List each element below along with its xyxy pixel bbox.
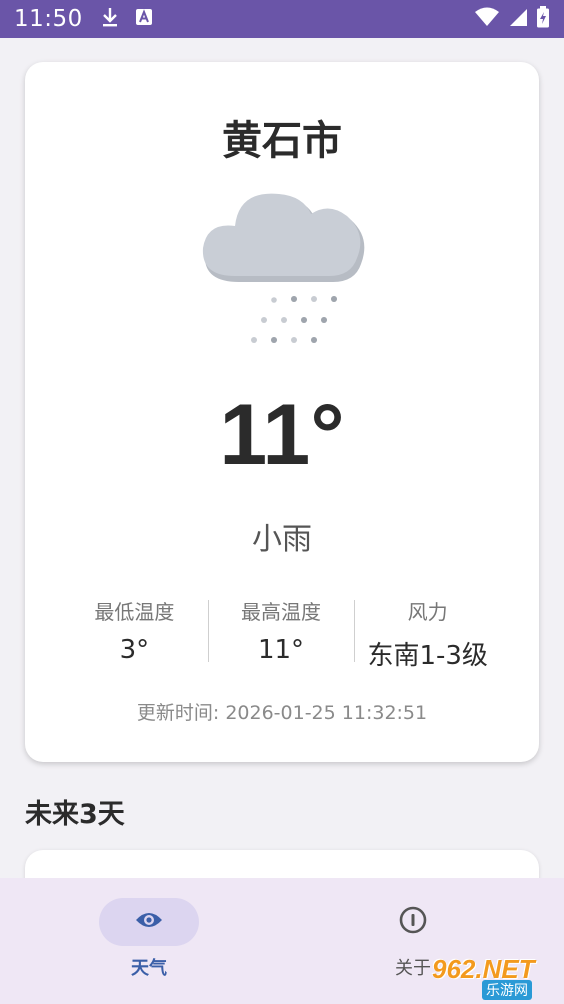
stat-wind: 风力 东南1-3级 [354,592,501,671]
current-temperature: 11° [219,387,345,483]
nav-indicator [99,898,199,946]
stat-label: 最低温度 [94,600,175,624]
eye-icon [134,910,164,934]
stat-min-temp: 最低温度 3° [61,592,208,666]
stat-label: 风力 [407,600,448,624]
status-bar: 11:50 [0,0,564,38]
stat-value: 东南1-3级 [367,641,488,671]
stat-value: 3° [119,635,150,665]
translate-icon [135,8,153,30]
wifi-icon [474,7,500,31]
nav-label-weather: 天气 [131,958,167,979]
signal-icon [508,7,528,31]
info-circle-icon [399,906,427,938]
stat-value: 11° [257,635,305,665]
nav-item-weather[interactable]: 天气 [94,898,204,980]
weather-stats: 最低温度 3° 最高温度 11° 风力 东南1-3级 [61,592,501,671]
updated-time: 更新时间: 2026-01-25 11:32:51 [136,702,428,724]
watermark-logo: 962.NET 乐游网 [424,950,558,1000]
nav-indicator [363,898,463,946]
stat-max-temp: 最高温度 11° [207,592,355,666]
status-time: 11:50 [14,6,83,32]
city-name: 黄石市 [222,118,342,164]
cloud-rain-icon [195,182,375,352]
battery-charging-icon [536,6,550,32]
forecast-title: 未来3天 [25,799,125,830]
download-icon [101,6,119,32]
weather-description: 小雨 [252,522,312,557]
stat-label: 最高温度 [241,600,321,624]
weather-card: 黄石市 11° 小雨 最低温度 3° 最高温度 11° 风力 东南1-3级 更新… [25,62,539,762]
watermark-sub: 乐游网 [482,980,532,1000]
